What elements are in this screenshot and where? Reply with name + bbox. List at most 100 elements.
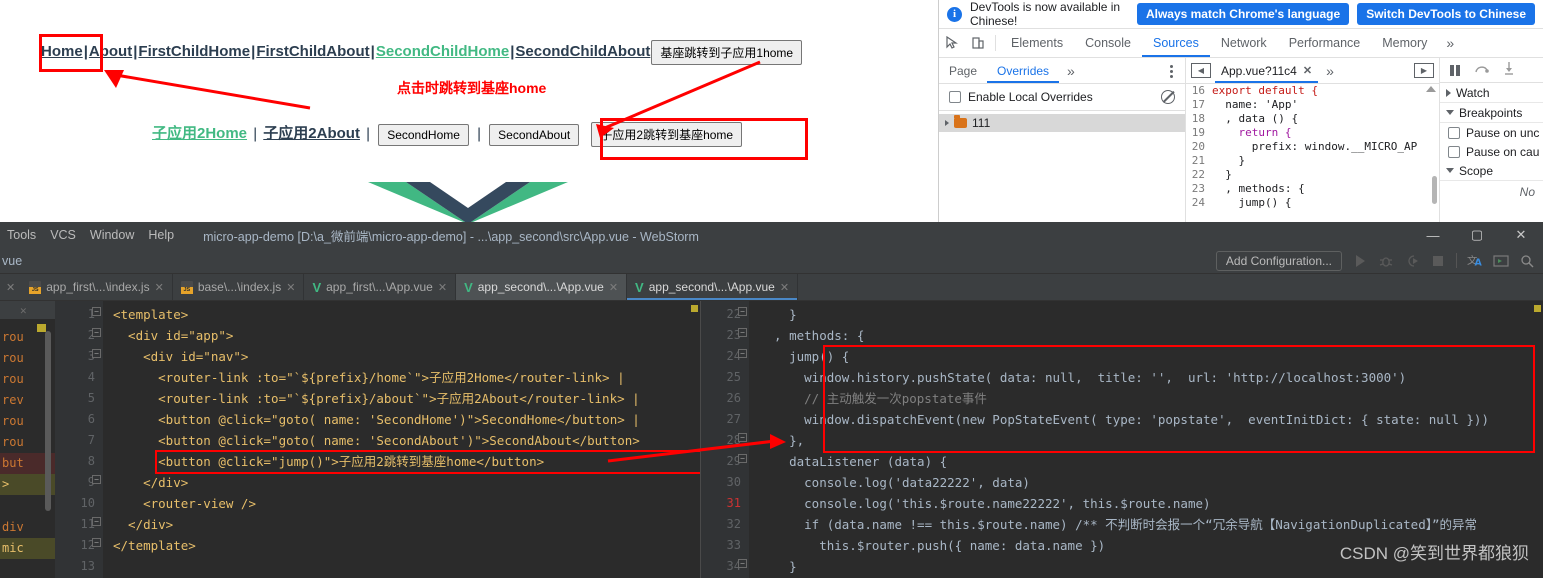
editor-code-left[interactable]: <template> <div id="app"> <div id="nav">… — [103, 301, 700, 578]
subtab-overrides[interactable]: Overrides — [987, 58, 1059, 83]
chevron-right-icon[interactable] — [945, 120, 949, 126]
background-pane-scrollbar[interactable] — [45, 331, 51, 511]
enable-local-overrides-row[interactable]: Enable Local Overrides — [939, 84, 1185, 111]
nav-link-secondchildhome[interactable]: SecondChildHome — [376, 43, 509, 60]
close-icon[interactable]: ✕ — [1303, 64, 1312, 77]
step-over-icon[interactable] — [1474, 63, 1489, 78]
menu-vcs[interactable]: VCS — [43, 228, 83, 242]
tab-elements[interactable]: Elements — [1000, 29, 1074, 57]
nav-link-subapp2-home[interactable]: 子应用2Home — [152, 125, 247, 142]
toggle-device-toolbar-icon[interactable] — [965, 29, 991, 57]
clear-overrides-icon[interactable] — [1161, 90, 1175, 104]
scope-section-header[interactable]: Scope — [1440, 161, 1543, 181]
editor-gutter-right[interactable]: 22 23 24 25 26 27 28 29 30 31 32 33 34 −… — [701, 301, 749, 578]
overrides-folder-row[interactable]: 111 — [939, 114, 1185, 132]
search-icon[interactable] — [1519, 253, 1535, 269]
nav-link-firstchildabout[interactable]: FirstChildAbout — [256, 43, 369, 60]
fold-icon[interactable]: − — [92, 307, 101, 316]
fold-icon[interactable]: − — [738, 349, 747, 358]
vue-file-icon: V — [635, 279, 644, 295]
code-line: if (data.name !== this.$route.name) /** … — [749, 514, 1543, 535]
run-with-coverage-icon[interactable] — [1404, 253, 1420, 269]
editor-pane-script[interactable]: 22 23 24 25 26 27 28 29 30 31 32 33 34 −… — [700, 301, 1543, 578]
editor-tab-app-second-app-vue-2[interactable]: V app_second\...\App.vue ✕ — [627, 274, 799, 300]
pause-on-uncaught-checkbox[interactable] — [1448, 126, 1460, 139]
fold-icon[interactable]: − — [738, 307, 747, 316]
editor-tab-app-second-app-vue-1[interactable]: V app_second\...\App.vue ✕ — [456, 274, 628, 300]
close-icon[interactable]: ✕ — [286, 281, 295, 294]
stop-icon[interactable] — [1430, 253, 1446, 269]
inspect-element-icon[interactable] — [939, 29, 965, 57]
pause-on-caught-row[interactable]: Pause on cau — [1440, 142, 1543, 161]
tab-console[interactable]: Console — [1074, 29, 1142, 57]
nav-link-subapp2-about[interactable]: 子应用2About — [263, 125, 360, 142]
editor-tab-base-index-js[interactable]: base\...\index.js ✕ — [173, 274, 305, 300]
close-icon[interactable]: ✕ — [155, 281, 164, 294]
watch-section-header[interactable]: Watch — [1440, 83, 1543, 103]
source-tabs-overflow-icon[interactable]: » — [1318, 58, 1342, 83]
menu-help[interactable]: Help — [141, 228, 181, 242]
fold-icon[interactable]: − — [738, 328, 747, 337]
debug-icon[interactable] — [1378, 253, 1394, 269]
run-icon[interactable] — [1352, 253, 1368, 269]
background-editor-pane[interactable]: ✕ rou rou rou rev rou rou but > div mic — [0, 301, 55, 578]
fold-icon[interactable]: − — [92, 475, 101, 484]
nav-link-secondchildabout[interactable]: SecondChildAbout — [515, 43, 650, 60]
translate-icon[interactable]: 文A — [1467, 253, 1483, 269]
terminal-icon[interactable] — [1493, 253, 1509, 269]
menu-tools[interactable]: Tools — [0, 228, 43, 242]
tab-close-leftmost-icon[interactable]: ✕ — [0, 274, 21, 300]
scroll-up-icon[interactable] — [1426, 86, 1436, 92]
line-number: 4 — [87, 370, 95, 384]
tab-sources[interactable]: Sources — [1142, 29, 1210, 57]
show-debugger-icon[interactable]: ▶ — [1414, 63, 1434, 78]
tab-memory[interactable]: Memory — [1371, 29, 1438, 57]
source-tab-appvue[interactable]: App.vue?11c4 ✕ — [1215, 58, 1318, 83]
line-number: 8 — [87, 454, 95, 468]
fold-icon[interactable]: − — [738, 559, 747, 568]
editor-pane-template[interactable]: 1 2 3 4 5 6 7 8 9 10 11 12 13 − − − − − … — [55, 301, 700, 578]
fold-icon[interactable]: − — [738, 433, 747, 442]
subtab-page[interactable]: Page — [939, 58, 987, 83]
fold-icon[interactable]: − — [92, 349, 101, 358]
tab-performance[interactable]: Performance — [1278, 29, 1372, 57]
pause-on-caught-checkbox[interactable] — [1448, 145, 1460, 158]
step-into-icon[interactable] — [1503, 62, 1515, 78]
editor-code-right[interactable]: } , methods: { jump() { window.history.p… — [749, 301, 1543, 578]
show-navigator-icon[interactable]: ◀ — [1191, 63, 1211, 78]
breakpoints-section-header[interactable]: Breakpoints — [1440, 103, 1543, 123]
tab-network[interactable]: Network — [1210, 29, 1278, 57]
enable-overrides-checkbox[interactable] — [949, 91, 961, 103]
maximize-button[interactable]: ▢ — [1455, 222, 1499, 248]
devtools-source-code[interactable]: 16 export default { 17 name: 'App' 18 , d… — [1186, 84, 1439, 222]
code-line: 23 , methods: { — [1186, 182, 1439, 196]
source-scrollbar[interactable] — [1432, 176, 1437, 204]
switch-devtools-to-chinese-button[interactable]: Switch DevTools to Chinese — [1357, 3, 1535, 25]
editor-gutter-left[interactable]: 1 2 3 4 5 6 7 8 9 10 11 12 13 − − − − − … — [55, 301, 103, 578]
menu-window[interactable]: Window — [83, 228, 141, 242]
more-options-icon[interactable] — [1163, 61, 1179, 81]
fold-icon[interactable]: − — [92, 538, 101, 547]
fold-icon[interactable]: − — [92, 517, 101, 526]
breadcrumb[interactable]: vue — [0, 254, 22, 268]
close-icon[interactable]: ✕ — [438, 281, 447, 294]
editor-tab-app-first-index-js[interactable]: app_first\...\index.js ✕ — [21, 274, 173, 300]
banner-message: DevTools is now available in Chinese! — [970, 0, 1121, 28]
editor-tab-app-first-app-vue[interactable]: V app_first\...\App.vue ✕ — [304, 274, 457, 300]
always-match-chrome-language-button[interactable]: Always match Chrome's language — [1136, 3, 1350, 25]
secondabout-button[interactable]: SecondAbout — [489, 123, 580, 146]
add-configuration-button[interactable]: Add Configuration... — [1215, 250, 1342, 271]
close-button[interactable]: ✕ — [1499, 222, 1543, 248]
minimize-button[interactable]: — — [1411, 222, 1455, 248]
fold-icon[interactable]: − — [738, 454, 747, 463]
jump-to-app1-home-button[interactable]: 基座跳转到子应用1home — [651, 40, 803, 65]
fold-icon[interactable]: − — [92, 328, 101, 337]
pause-icon[interactable] — [1450, 64, 1460, 76]
pause-on-uncaught-row[interactable]: Pause on unc — [1440, 123, 1543, 142]
close-icon[interactable]: ✕ — [780, 281, 789, 294]
nav-link-firstchildhome[interactable]: FirstChildHome — [138, 43, 250, 60]
tabs-overflow-icon[interactable]: » — [1438, 29, 1462, 57]
close-icon[interactable]: ✕ — [609, 281, 618, 294]
navigator-overflow-icon[interactable]: » — [1059, 58, 1083, 83]
secondhome-button[interactable]: SecondHome — [378, 123, 469, 146]
